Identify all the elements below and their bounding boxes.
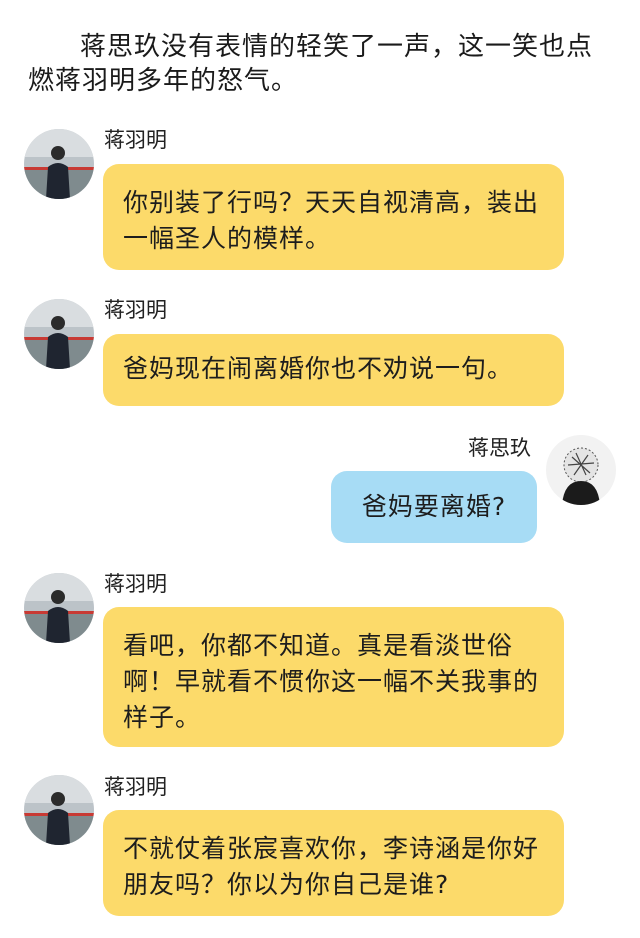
avatar-jiang-yuming[interactable]	[24, 129, 94, 199]
message-bubble[interactable]: 你别装了行吗？天天自视清高，装出一幅圣人的模样。	[103, 164, 564, 270]
message-bubble[interactable]: 爸妈要离婚?	[331, 471, 537, 543]
avatar-jiang-yuming[interactable]	[24, 299, 94, 369]
message-bubble[interactable]: 不就仗着张宸喜欢你，李诗涵是你好朋友吗？你以为你自己是谁?	[103, 810, 564, 916]
avatar-jiang-yuming[interactable]	[24, 573, 94, 643]
avatar-jiang-sijiu[interactable]	[546, 435, 616, 505]
narration-text: 蒋思玖没有表情的轻笑了一声，这一笑也点燃蒋羽明多年的怒气。	[28, 32, 594, 96]
avatar-jiang-yuming[interactable]	[24, 775, 94, 845]
speaker-name: 蒋羽明	[104, 572, 167, 596]
speaker-name: 蒋思玖	[468, 436, 531, 460]
speaker-name: 蒋羽明	[104, 775, 167, 799]
person-photo-icon	[24, 775, 94, 845]
person-photo-icon	[24, 129, 94, 199]
speaker-name: 蒋羽明	[104, 298, 167, 322]
person-photo-icon	[24, 299, 94, 369]
message-bubble[interactable]: 爸妈现在闹离婚你也不劝说一句。	[103, 334, 564, 406]
message-bubble[interactable]: 看吧，你都不知道。真是看淡世俗啊！早就看不惯你这一幅不关我事的样子。	[103, 607, 564, 747]
person-photo-icon	[24, 573, 94, 643]
person-photo-icon	[546, 435, 616, 505]
speaker-name: 蒋羽明	[104, 128, 167, 152]
